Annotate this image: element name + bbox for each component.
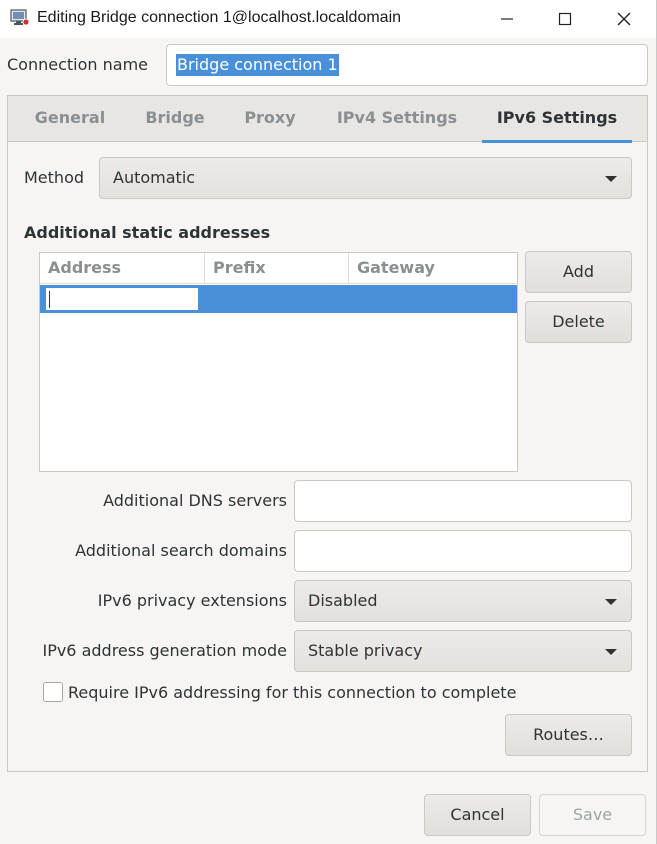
network-connection-icon <box>10 9 30 26</box>
maximize-button[interactable] <box>536 0 594 38</box>
column-header-prefix[interactable]: Prefix <box>204 253 348 284</box>
dialog-window: Editing Bridge connection 1@localhost.lo… <box>0 0 657 844</box>
tab-proxy[interactable]: Proxy <box>236 96 304 142</box>
tab-general[interactable]: General <box>26 96 114 142</box>
routes-button[interactable]: Routes… <box>505 714 632 756</box>
tab-ipv6-settings[interactable]: IPv6 Settings <box>482 96 632 143</box>
static-addresses-title: Additional static addresses <box>24 223 271 242</box>
method-label: Method <box>24 168 85 187</box>
search-domains-input[interactable] <box>294 530 632 572</box>
maximize-icon <box>558 12 572 26</box>
tab-ipv4-settings[interactable]: IPv4 Settings <box>326 96 468 142</box>
text-caret <box>49 291 50 308</box>
address-generation-value: Stable privacy <box>308 641 423 660</box>
dns-servers-input[interactable] <box>294 480 632 522</box>
cancel-button[interactable]: Cancel <box>424 794 531 836</box>
dropdown-arrow-icon <box>605 176 617 182</box>
method-value: Automatic <box>113 168 196 187</box>
require-ipv6-label[interactable]: Require IPv6 addressing for this connect… <box>68 683 516 702</box>
dns-servers-label: Additional DNS servers <box>103 491 287 510</box>
connection-name-label: Connection name <box>7 55 148 74</box>
connection-name-input[interactable]: Bridge connection 1 <box>166 44 648 86</box>
settings-notebook: General Bridge Proxy IPv4 Settings IPv6 … <box>7 95 648 772</box>
column-header-gateway[interactable]: Gateway <box>348 253 517 284</box>
window-title: Editing Bridge connection 1@localhost.lo… <box>37 9 402 26</box>
tab-bridge[interactable]: Bridge <box>136 96 214 142</box>
add-button[interactable]: Add <box>525 251 632 293</box>
table-row[interactable] <box>40 285 517 313</box>
column-header-address[interactable]: Address <box>40 253 204 284</box>
connection-name-value: Bridge connection 1 <box>176 54 339 76</box>
method-dropdown[interactable]: Automatic <box>99 157 632 199</box>
title-bar[interactable]: Editing Bridge connection 1@localhost.lo… <box>0 0 656 38</box>
minimize-icon <box>501 18 513 20</box>
address-generation-label: IPv6 address generation mode <box>42 641 287 660</box>
close-button[interactable] <box>595 0 653 38</box>
address-table[interactable]: Address Prefix Gateway <box>39 252 518 472</box>
close-icon <box>617 12 631 26</box>
address-cell-input[interactable] <box>45 287 199 311</box>
privacy-extensions-label: IPv6 privacy extensions <box>97 591 287 610</box>
tab-bar: General Bridge Proxy IPv4 Settings IPv6 … <box>8 96 647 143</box>
dropdown-arrow-icon <box>605 599 617 605</box>
save-button[interactable]: Save <box>539 794 646 836</box>
minimize-button[interactable] <box>478 0 536 38</box>
dropdown-arrow-icon <box>605 649 617 655</box>
address-generation-dropdown[interactable]: Stable privacy <box>294 630 632 672</box>
search-domains-label: Additional search domains <box>75 541 287 560</box>
require-ipv6-checkbox[interactable] <box>43 682 63 702</box>
address-table-header: Address Prefix Gateway <box>40 253 517 284</box>
privacy-extensions-dropdown[interactable]: Disabled <box>294 580 632 622</box>
delete-button[interactable]: Delete <box>525 301 632 343</box>
privacy-extensions-value: Disabled <box>308 591 378 610</box>
